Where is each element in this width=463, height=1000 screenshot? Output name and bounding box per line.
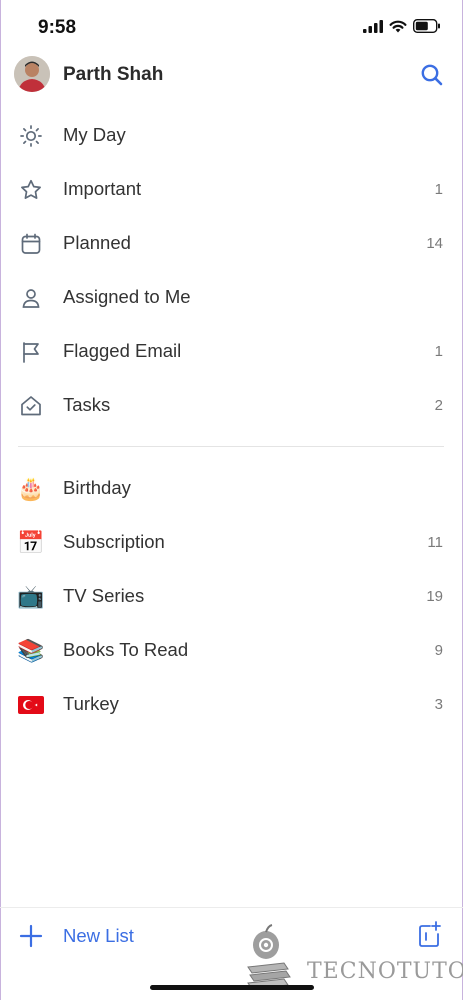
home-check-icon <box>18 393 44 419</box>
flag-icon <box>18 339 44 365</box>
list-item-label: Tasks <box>63 394 111 415</box>
header: Parth Shah <box>0 52 463 98</box>
star-icon <box>18 177 44 203</box>
avatar[interactable] <box>14 56 50 92</box>
home-indicator <box>150 985 314 990</box>
section-divider <box>18 446 444 447</box>
calendar-emoji-icon: 📅 <box>17 530 45 555</box>
cellular-signal-icon <box>363 19 383 33</box>
list-item-count: 19 <box>426 588 443 605</box>
list-item-label: Flagged Email <box>63 340 182 361</box>
status-time: 9:58 <box>38 17 77 38</box>
list-item-label: Turkey <box>63 693 119 714</box>
smart-lists: My Day Important 1 Planned 14 Assigned t… <box>0 108 463 432</box>
list-item-my-day[interactable]: My Day <box>0 108 463 162</box>
list-item-planned[interactable]: Planned 14 <box>0 216 463 270</box>
list-item-count: 3 <box>434 696 443 713</box>
sun-icon <box>18 123 44 149</box>
list-item-turkey[interactable]: Turkey 3 <box>0 677 463 731</box>
list-item-books-to-read[interactable]: 📚 Books To Read 9 <box>0 623 463 677</box>
list-item-label: My Day <box>63 124 126 145</box>
list-item-count: 11 <box>427 534 443 551</box>
list-item-important[interactable]: Important 1 <box>0 162 463 216</box>
list-item-label: Planned <box>63 232 131 253</box>
list-item-tasks[interactable]: Tasks 2 <box>0 378 463 432</box>
list-item-count: 9 <box>434 642 443 659</box>
list-item-count: 1 <box>434 343 443 360</box>
search-icon <box>421 64 443 86</box>
list-item-count: 14 <box>426 235 443 252</box>
list-item-label: Important <box>63 178 142 199</box>
list-item-label: TV Series <box>63 585 145 606</box>
custom-lists: 🎂 Birthday 📅 Subscription 11 📺 TV Series… <box>0 461 463 731</box>
list-item-subscription[interactable]: 📅 Subscription 11 <box>0 515 463 569</box>
calendar-icon <box>18 231 44 257</box>
television-icon: 📺 <box>17 584 45 609</box>
wifi-icon <box>389 20 407 32</box>
new-list-plus-icon[interactable] <box>18 923 44 949</box>
watermark-text: TECNOTUTO <box>307 959 463 984</box>
list-item-assigned-to-me[interactable]: Assigned to Me <box>0 270 463 324</box>
search-button[interactable] <box>419 62 445 88</box>
list-item-label: Books To Read <box>63 639 189 660</box>
user-name[interactable]: Parth Shah <box>63 64 163 86</box>
new-list-button[interactable]: New List <box>63 925 134 947</box>
birthday-cake-icon: 🎂 <box>17 476 45 501</box>
watermark-logo <box>247 924 291 990</box>
list-item-label: Birthday <box>63 477 131 498</box>
list-item-tv-series[interactable]: 📺 TV Series 19 <box>0 569 463 623</box>
turkey-flag-icon <box>18 692 44 718</box>
battery-icon <box>413 19 440 33</box>
status-icons <box>363 19 441 33</box>
list-item-label: Subscription <box>63 531 165 552</box>
watermark: TECNOTUTO <box>244 923 463 993</box>
status-bar: 9:58 <box>0 0 463 50</box>
list-item-flagged-email[interactable]: Flagged Email 1 <box>0 324 463 378</box>
books-icon: 📚 <box>17 638 45 663</box>
list-item-label: Assigned to Me <box>63 286 191 307</box>
person-icon <box>18 285 44 311</box>
list-item-count: 1 <box>434 181 443 198</box>
list-item-count: 2 <box>434 397 443 414</box>
avatar-image <box>14 56 50 92</box>
list-item-birthday[interactable]: 🎂 Birthday <box>0 461 463 515</box>
